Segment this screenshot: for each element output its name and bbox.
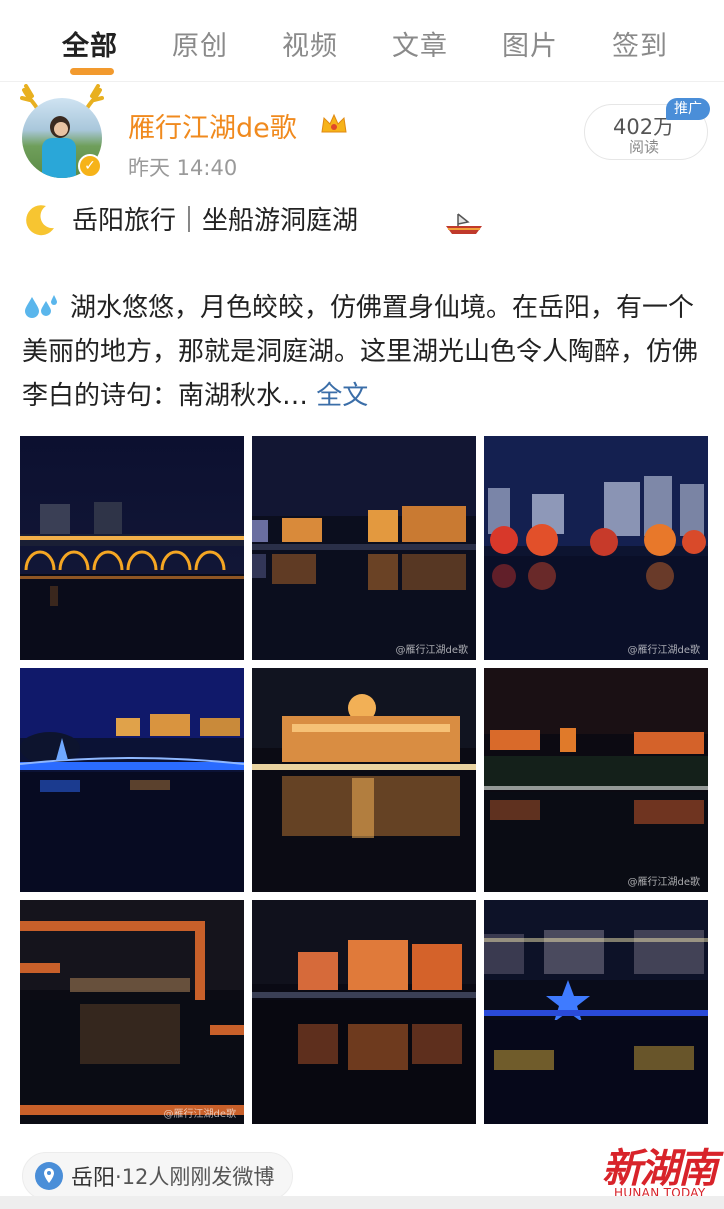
photo-hall-reflection[interactable] [252,668,476,892]
boat-icon [446,213,482,234]
tab-image[interactable]: 图片 [502,24,558,63]
tab-bar: 全部 原创 视频 文章 图片 签到 [0,0,724,82]
tab-active-indicator [70,68,114,75]
post-title-text: 岳阳旅行｜坐船游洞庭湖 [72,206,359,236]
avatar-figure [42,138,76,178]
moon-icon [26,205,54,236]
photo-lakeside-buildings[interactable]: @雁行江湖de歌 [252,436,476,660]
photo-watermark: @雁行江湖de歌 [163,1109,237,1120]
photo-watermark: @雁行江湖de歌 [627,645,701,656]
photo-orange-skyline[interactable]: @雁行江湖de歌 [484,668,708,892]
tab-original[interactable]: 原创 [172,24,228,63]
full-text-link[interactable]: 全文 [316,381,368,411]
photo-window-frame-view[interactable]: @雁行江湖de歌 [20,900,244,1124]
photo-watermark: @雁行江湖de歌 [627,877,701,888]
read-label: 阅读 [629,138,660,156]
post-body: 湖水悠悠，月色皎皎，仿佛置身仙境。在岳阳，有一个美丽的地方，那就是洞庭湖。这里湖… [22,286,712,418]
photo-red-trees-highrises[interactable]: @雁行江湖de歌 [484,436,708,660]
crown-icon [321,113,347,133]
photo-blue-bridge[interactable] [20,668,244,892]
photo-grid: @雁行江湖de歌 @雁行江湖de歌 @雁行江湖de歌 @雁行江湖de歌 [20,436,710,1126]
username[interactable]: 雁行江湖de歌 [128,106,297,145]
photo-blue-star-monument[interactable] [484,900,708,1124]
photo-arched-bridge[interactable] [20,436,244,660]
location-pin-icon [35,1162,63,1190]
promo-tag: 推广 [666,98,710,120]
tab-all[interactable]: 全部 [62,24,118,63]
photo-watermark: @雁行江湖de歌 [395,645,469,656]
location-description: ·12人刚刚发微博 [115,1165,275,1189]
photo-apartment-reflection[interactable] [252,900,476,1124]
post-title: 岳阳旅行｜坐船游洞庭湖 [72,200,358,237]
avatar-face [54,122,68,136]
verified-icon: ✓ [78,154,102,178]
bottom-divider [0,1196,724,1209]
location-chip[interactable]: 岳阳 ·12人刚刚发微博 [22,1152,294,1200]
tab-article[interactable]: 文章 [392,24,448,63]
tab-checkin[interactable]: 签到 [612,24,668,63]
water-drops-icon [25,295,57,318]
location-city: 岳阳 [71,1166,116,1191]
tab-video[interactable]: 视频 [282,24,338,63]
post-timestamp: 昨天 14:40 [128,156,238,180]
